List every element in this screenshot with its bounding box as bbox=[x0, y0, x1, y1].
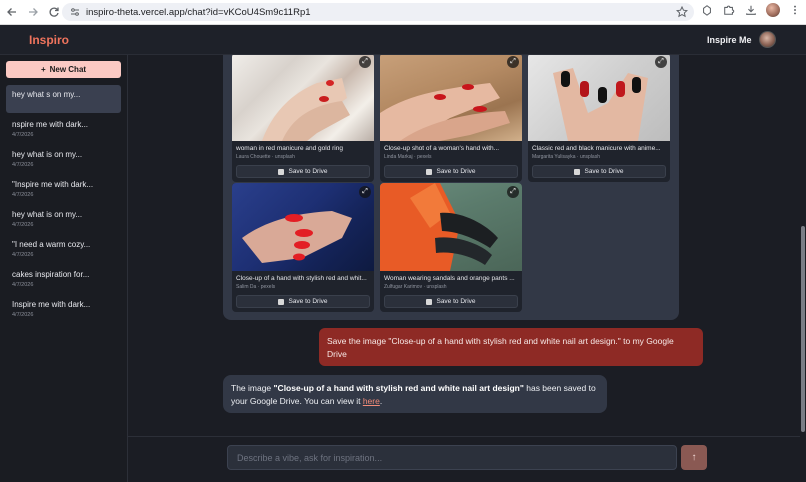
save-label: Save to Drive bbox=[584, 168, 624, 175]
user-message: Save the image "Close-up of a hand with … bbox=[319, 328, 703, 366]
chat-date: 4/7/2026 bbox=[12, 282, 34, 288]
image-credit: Laura Chouette · unsplash bbox=[236, 154, 295, 160]
chat-title: Inspire me with dark... bbox=[12, 300, 91, 309]
image-caption: Close-up shot of a woman's hand with... bbox=[384, 145, 500, 152]
prompt-input[interactable] bbox=[227, 445, 677, 470]
chat-title: "Inspire me with dark... bbox=[12, 180, 94, 189]
address-bar[interactable]: inspiro-theta.vercel.app/chat?id=vKCoU4S… bbox=[62, 3, 694, 21]
extension-icon[interactable] bbox=[700, 3, 714, 17]
nail-photo[interactable]: ⤢ bbox=[528, 55, 670, 141]
message-text: The image bbox=[231, 383, 274, 393]
new-chat-button[interactable]: + New Chat bbox=[6, 61, 121, 78]
chat-history-item[interactable]: hey what is on my... 4/7/2026 bbox=[6, 205, 121, 233]
image-caption: woman in red manicure and gold ring bbox=[236, 145, 343, 152]
message-image-title: "Close-up of a hand with stylish red and… bbox=[273, 383, 524, 393]
arrow-up-icon: ↑ bbox=[691, 452, 697, 463]
chat-title: cakes inspiration for... bbox=[12, 270, 90, 279]
image-card: ⤢ Close-up shot of a woman's hand with..… bbox=[380, 55, 522, 182]
save-label: Save to Drive bbox=[436, 298, 476, 305]
nail-photo[interactable]: ⤢ bbox=[380, 55, 522, 141]
drive-save-icon bbox=[426, 298, 433, 305]
chat-history-item[interactable]: nspire me with dark... 4/7/2026 bbox=[6, 115, 121, 143]
drive-save-icon bbox=[278, 298, 285, 305]
chat-title: hey what s on my... bbox=[12, 90, 81, 99]
chat-history-item[interactable]: hey what is on my... 4/7/2026 bbox=[6, 145, 121, 173]
save-label: Save to Drive bbox=[288, 298, 328, 305]
image-card: ⤢ Close-up of a hand with stylish red an… bbox=[232, 183, 374, 312]
save-to-drive-button[interactable]: Save to Drive bbox=[384, 295, 518, 308]
chat-sidebar: + New Chat hey what s on my... nspire me… bbox=[0, 55, 128, 482]
bookmark-star-icon[interactable] bbox=[676, 6, 688, 18]
image-credit: Salim Da · pexels bbox=[236, 284, 276, 290]
save-label: Save to Drive bbox=[436, 168, 476, 175]
scrollbar-thumb[interactable] bbox=[801, 226, 805, 432]
save-to-drive-button[interactable]: Save to Drive bbox=[384, 165, 518, 178]
drive-save-icon bbox=[574, 168, 581, 175]
image-caption: Classic red and black manicure with anim… bbox=[532, 145, 661, 152]
menu-icon[interactable] bbox=[788, 3, 802, 17]
chat-date: 4/7/2026 bbox=[12, 252, 34, 258]
url-text: inspiro-theta.vercel.app/chat?id=vKCoU4S… bbox=[86, 6, 311, 18]
chat-date: 4/7/2026 bbox=[12, 132, 34, 138]
chat-date: 4/7/2026 bbox=[12, 192, 34, 198]
chat-title: hey what is on my... bbox=[12, 210, 83, 219]
composer: ↑ bbox=[128, 436, 800, 482]
reload-icon[interactable] bbox=[45, 3, 63, 21]
chat-date: 4/7/2026 bbox=[12, 162, 34, 168]
chat-history-item[interactable]: "I need a warm cozy... 4/7/2026 bbox=[6, 235, 121, 263]
new-chat-label: New Chat bbox=[49, 65, 87, 74]
image-credit: Linda Markaj · pexels bbox=[384, 154, 432, 160]
save-label: Save to Drive bbox=[288, 168, 328, 175]
plus-icon: + bbox=[40, 65, 46, 74]
chat-date: 4/7/2026 bbox=[12, 312, 34, 318]
image-card: ⤢ Woman wearing sandals and orange pants… bbox=[380, 183, 522, 312]
message-text: . bbox=[379, 396, 383, 406]
back-icon[interactable] bbox=[3, 3, 21, 21]
chat-history-item[interactable]: "Inspire me with dark... 4/7/2026 bbox=[6, 175, 121, 203]
image-caption: Close-up of a hand with stylish red and … bbox=[236, 275, 367, 282]
chat-main: ⤢ woman in red manicure and gold ring La… bbox=[128, 55, 800, 436]
sandals-photo[interactable]: ⤢ bbox=[380, 183, 522, 271]
expand-icon[interactable]: ⤢ bbox=[359, 186, 371, 198]
expand-icon[interactable]: ⤢ bbox=[507, 186, 519, 198]
save-to-drive-button[interactable]: Save to Drive bbox=[236, 165, 370, 178]
chat-title: nspire me with dark... bbox=[12, 120, 89, 129]
image-card: ⤢ Classic red and black manicure with an… bbox=[528, 55, 670, 182]
save-to-drive-button[interactable]: Save to Drive bbox=[236, 295, 370, 308]
expand-icon[interactable]: ⤢ bbox=[655, 56, 667, 68]
drive-save-icon bbox=[426, 168, 433, 175]
image-caption: Woman wearing sandals and orange pants .… bbox=[384, 275, 515, 282]
brand-logo[interactable]: Inspiro bbox=[29, 33, 69, 47]
chat-history-item[interactable]: Inspire me with dark... 4/7/2026 bbox=[6, 295, 121, 323]
drive-link[interactable]: here bbox=[363, 396, 380, 406]
save-to-drive-button[interactable]: Save to Drive bbox=[532, 165, 666, 178]
assistant-message: The image "Close-up of a hand with styli… bbox=[223, 375, 607, 413]
puzzle-icon[interactable] bbox=[722, 3, 736, 17]
image-credit: Margarita Yulisayka · unsplash bbox=[532, 154, 600, 160]
chat-date: 4/7/2026 bbox=[12, 222, 34, 228]
image-card: ⤢ woman in red manicure and gold ring La… bbox=[232, 55, 374, 182]
chat-title: hey what is on my... bbox=[12, 150, 83, 159]
site-settings-icon[interactable] bbox=[70, 7, 80, 17]
download-icon[interactable] bbox=[744, 3, 758, 17]
nail-photo[interactable]: ⤢ bbox=[232, 55, 374, 141]
browser-toolbar: inspiro-theta.vercel.app/chat?id=vKCoU4S… bbox=[0, 0, 806, 25]
chat-history-item[interactable]: cakes inspiration for... 4/7/2026 bbox=[6, 265, 121, 293]
profile-avatar[interactable] bbox=[766, 3, 780, 17]
expand-icon[interactable]: ⤢ bbox=[359, 56, 371, 68]
chat-title: "I need a warm cozy... bbox=[12, 240, 91, 249]
send-button[interactable]: ↑ bbox=[681, 445, 707, 470]
nail-photo[interactable]: ⤢ bbox=[232, 183, 374, 271]
chat-history-item[interactable]: hey what s on my... bbox=[6, 85, 121, 113]
app-header: Inspiro Inspire Me bbox=[0, 25, 806, 55]
drive-save-icon bbox=[278, 168, 285, 175]
inspire-me-link[interactable]: Inspire Me bbox=[707, 35, 752, 45]
user-avatar[interactable] bbox=[759, 31, 776, 48]
forward-icon[interactable] bbox=[24, 3, 42, 21]
image-credit: Zulfugar Karimov · unsplash bbox=[384, 284, 447, 290]
image-gallery: ⤢ woman in red manicure and gold ring La… bbox=[223, 55, 679, 320]
expand-icon[interactable]: ⤢ bbox=[507, 56, 519, 68]
